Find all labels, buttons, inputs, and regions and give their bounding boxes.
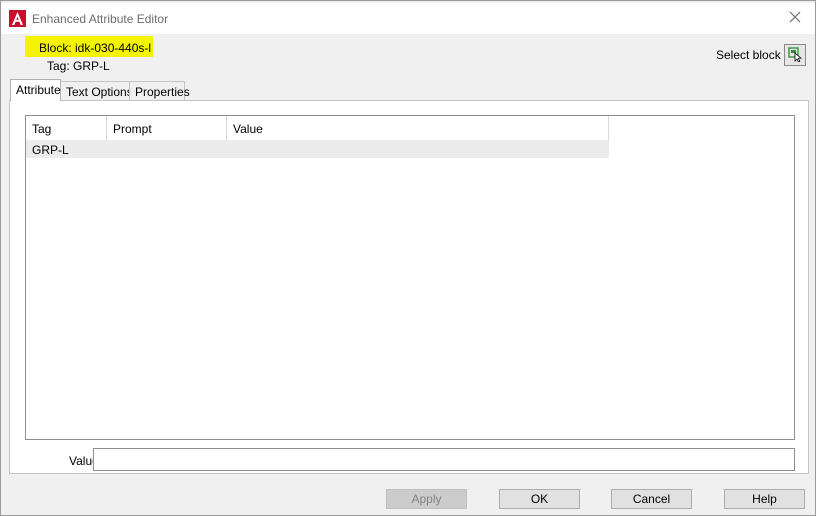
attribute-list-header: Tag Prompt Value [26,116,609,140]
tab-attribute-label: Attribute [16,83,61,97]
attribute-list[interactable]: Tag Prompt Value GRP-L [25,115,795,440]
select-object-icon [787,46,803,65]
enhanced-attribute-editor-dialog: Enhanced Attribute Editor Block: idk-030… [0,0,816,516]
title-bar[interactable]: Enhanced Attribute Editor [1,3,815,34]
tab-properties[interactable]: Properties [129,81,190,100]
value-field[interactable] [93,448,795,471]
autocad-logo-icon [9,10,26,27]
select-block-button[interactable] [784,44,806,66]
tab-attribute[interactable]: Attribute [10,79,61,101]
tag-name-label: Tag: GRP-L [47,59,110,73]
close-button[interactable] [775,3,815,34]
apply-button[interactable]: Apply [386,489,467,509]
ok-button[interactable]: OK [499,489,580,509]
table-row[interactable]: GRP-L [26,140,609,158]
column-header-value[interactable]: Value [227,116,609,140]
tab-properties-label: Properties [135,85,190,99]
block-name-label: Block: idk-030-440s-l [39,41,152,55]
help-button[interactable]: Help [724,489,805,509]
attribute-tab-panel: Tag Prompt Value GRP-L Value: [9,100,809,474]
tab-text-options[interactable]: Text Options [60,81,133,100]
close-icon [789,11,801,26]
select-block-label: Select block [716,48,781,62]
cancel-button[interactable]: Cancel [611,489,692,509]
tab-text-options-label: Text Options [66,85,133,99]
cell-prompt [107,140,227,158]
cell-value [227,140,609,158]
column-header-prompt[interactable]: Prompt [107,116,227,140]
cell-tag: GRP-L [32,143,69,157]
window-title: Enhanced Attribute Editor [32,12,169,26]
column-header-tag[interactable]: Tag [26,116,107,140]
